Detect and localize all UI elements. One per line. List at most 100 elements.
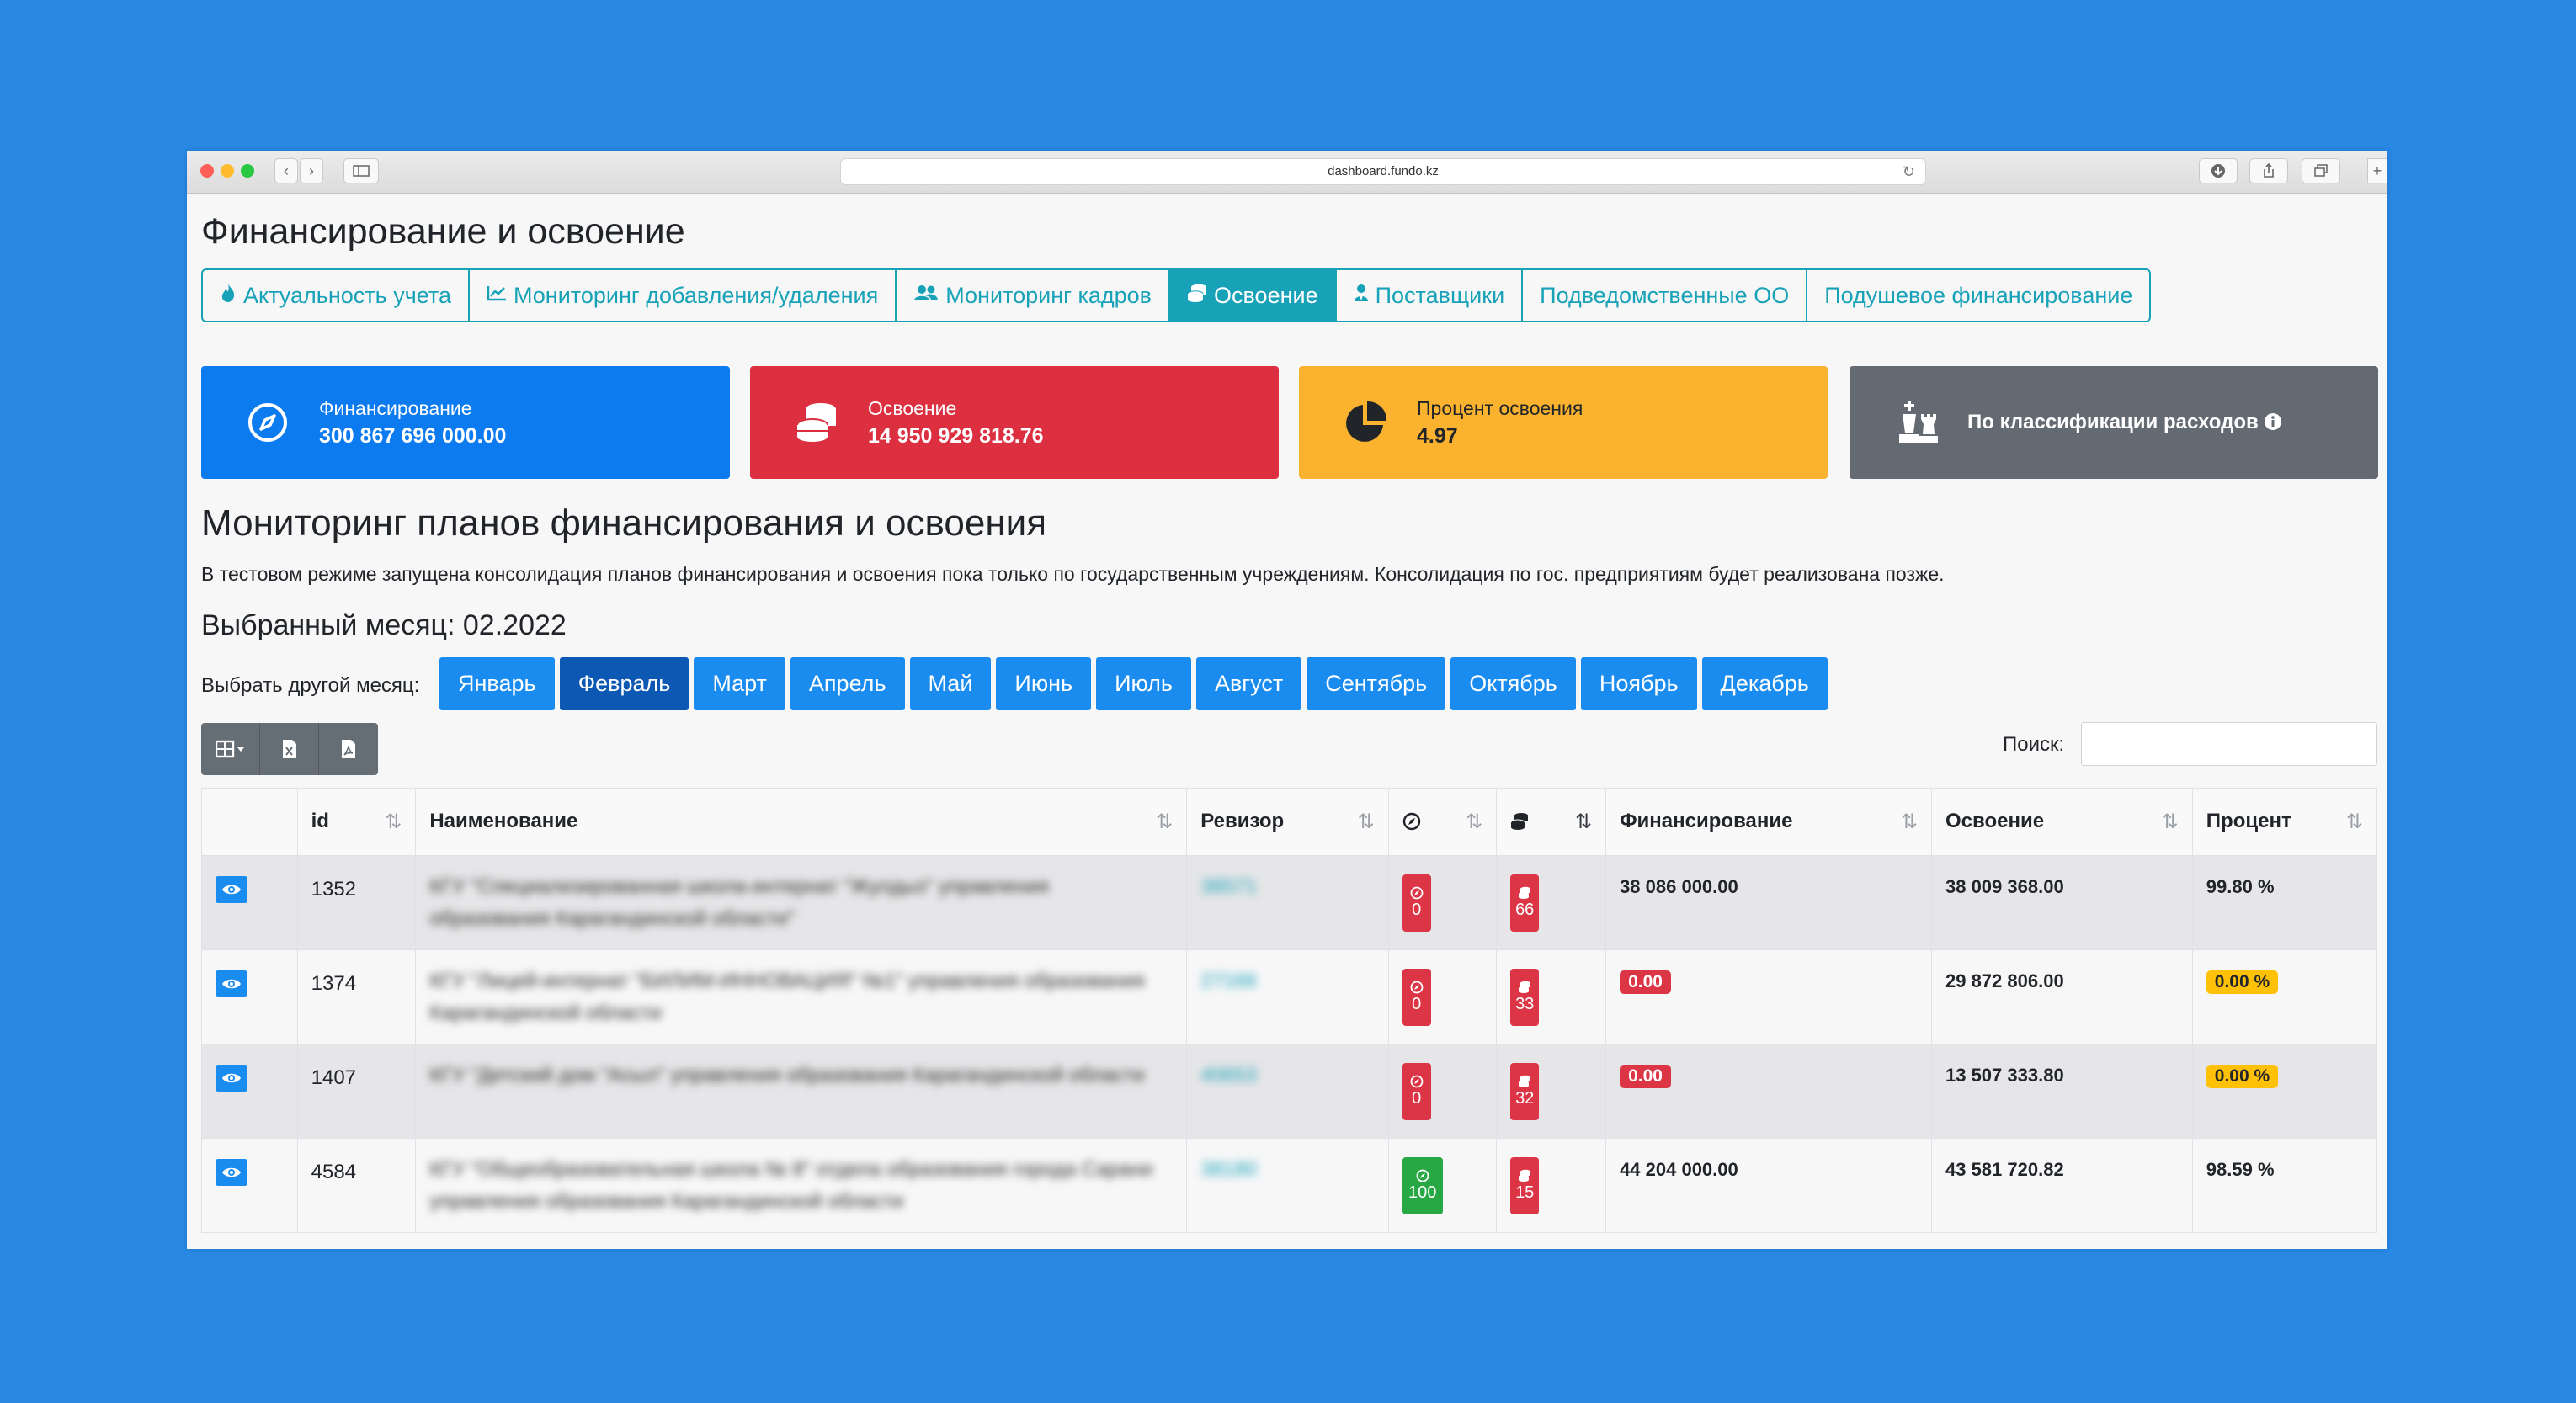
info-icon[interactable] [2264, 411, 2282, 433]
id-cell: 4584 [296, 1138, 417, 1233]
download-icon [2211, 164, 2225, 178]
header-usage[interactable]: Освоение ⇅ [1930, 788, 2193, 856]
tab-monitoring-add-delete[interactable]: Мониторинг добавления/удаления [470, 270, 897, 321]
percent-cell: 99.80 % [2191, 855, 2378, 950]
header-coins[interactable]: ⇅ [1496, 788, 1607, 856]
usage-status-badge[interactable]: 15 [1510, 1157, 1540, 1214]
financing-cell: 38 086 000.00 [1605, 855, 1932, 950]
tab-suppliers[interactable]: Поставщики [1337, 270, 1524, 321]
institution-name: КГУ "Детский дом "Асыл" управления образ… [429, 1064, 1145, 1087]
badge-count: 100 [1408, 1183, 1437, 1202]
sort-desc-icon[interactable]: ⇅ [1575, 810, 1592, 834]
new-tab-button[interactable]: + [2367, 158, 2387, 183]
export-pdf-button[interactable] [319, 723, 378, 775]
sort-icon[interactable]: ⇅ [1901, 810, 1918, 834]
downloads-button[interactable] [2199, 158, 2238, 183]
columns-toggle-button[interactable] [201, 723, 260, 775]
month-button[interactable]: Сентябрь [1307, 657, 1446, 710]
financing-cell: 0.00 [1605, 1044, 1932, 1139]
view-button[interactable] [216, 876, 247, 903]
table-row: 1374 КГУ "Лицей-интернат "БИЛИМ-ИННОВАЦИ… [201, 949, 2378, 1044]
month-button[interactable]: Апрель [790, 657, 905, 710]
compass-cell: 0 [1387, 1044, 1498, 1139]
stat-label: По классификации расходов [1967, 411, 2259, 433]
institution-name: КГУ "Общеобразовательная школа № 8" отде… [429, 1158, 1153, 1213]
table-toolbar [201, 723, 378, 775]
sort-icon[interactable]: ⇅ [1156, 810, 1173, 834]
view-button[interactable] [216, 1065, 247, 1092]
stat-label: Финансирование [319, 397, 472, 419]
badge-count: 0 [1412, 995, 1422, 1013]
sort-icon[interactable]: ⇅ [1466, 810, 1482, 834]
selected-month: Выбранный месяц: 02.2022 [201, 609, 567, 641]
sort-icon[interactable]: ⇅ [1358, 810, 1375, 834]
section-title: Мониторинг планов финансирования и освое… [201, 502, 1047, 544]
share-button[interactable] [2249, 158, 2288, 183]
financing-status-badge[interactable]: 100 [1402, 1157, 1443, 1214]
usage-percent-card[interactable]: Процент освоения 4.97 [1299, 366, 1828, 479]
month-button[interactable]: Ноябрь [1580, 657, 1697, 710]
close-window-button[interactable] [200, 164, 214, 178]
header-name[interactable]: Наименование ⇅ [415, 788, 1188, 856]
header-percent[interactable]: Процент ⇅ [2191, 788, 2378, 856]
month-button[interactable]: Август [1195, 657, 1302, 710]
revisor-link[interactable]: 27166 [1200, 950, 1374, 997]
view-button[interactable] [216, 1159, 247, 1186]
coins-icon [1510, 813, 1529, 830]
minimize-window-button[interactable] [221, 164, 234, 178]
tab-actuality[interactable]: Актуальность учета [203, 270, 470, 321]
revisor-link[interactable]: 38180 [1200, 1139, 1374, 1186]
financing-status-badge[interactable]: 0 [1402, 969, 1431, 1026]
compass-cell: 0 [1387, 855, 1498, 950]
tabs-overview-button[interactable] [2302, 158, 2340, 183]
usage-card[interactable]: Освоение 14 950 929 818.76 [750, 366, 1279, 479]
header-revisor[interactable]: Ревизор ⇅ [1186, 788, 1389, 856]
export-excel-button[interactable] [260, 723, 319, 775]
tab-per-capita-financing[interactable]: Подушевое финансирование [1807, 270, 2149, 321]
search-input[interactable] [2081, 722, 2377, 766]
maximize-window-button[interactable] [241, 164, 254, 178]
usage-status-badge[interactable]: 66 [1510, 874, 1540, 932]
tab-monitoring-staff[interactable]: Мониторинг кадров [897, 270, 1171, 321]
header-id[interactable]: id ⇅ [296, 788, 417, 856]
tabs-icon [2314, 164, 2328, 177]
financing-card[interactable]: Финансирование 300 867 696 000.00 [201, 366, 730, 479]
revisor-link[interactable]: 40653 [1200, 1044, 1374, 1092]
reload-icon[interactable]: ↻ [1903, 159, 1915, 184]
month-button[interactable]: Июнь [996, 657, 1092, 710]
percent-value: 99.80 % [2206, 876, 2275, 897]
actions-cell [201, 1138, 298, 1233]
forward-button[interactable]: › [300, 158, 323, 183]
back-button[interactable]: ‹ [274, 158, 298, 183]
month-button[interactable]: Май [909, 657, 992, 710]
month-button[interactable]: Март [694, 657, 785, 710]
usage-status-badge[interactable]: 33 [1510, 969, 1540, 1026]
month-button[interactable]: Январь [439, 657, 555, 710]
stat-value: 300 867 696 000.00 [319, 424, 507, 448]
header-compass[interactable]: ⇅ [1387, 788, 1498, 856]
row-id: 1374 [311, 972, 357, 995]
financing-status-badge[interactable]: 0 [1402, 874, 1431, 932]
expense-classification-card[interactable]: По классификации расходов [1850, 366, 2378, 479]
sort-icon[interactable]: ⇅ [2346, 810, 2363, 834]
month-button[interactable]: Октябрь [1450, 657, 1576, 710]
sort-icon[interactable]: ⇅ [385, 810, 402, 834]
sort-icon[interactable]: ⇅ [2162, 810, 2179, 834]
address-bar[interactable]: dashboard.fundo.kz ↻ [840, 158, 1926, 185]
month-button[interactable]: Февраль [559, 657, 689, 710]
tab-usage[interactable]: Освоение [1170, 270, 1337, 321]
revisor-link[interactable]: 38571 [1200, 856, 1374, 903]
fire-icon [220, 283, 237, 309]
usage-status-badge[interactable]: 32 [1510, 1063, 1540, 1120]
header-financing[interactable]: Финансирование ⇅ [1605, 788, 1932, 856]
month-button[interactable]: Декабрь [1701, 657, 1828, 710]
financing-value: 44 204 000.00 [1620, 1159, 1738, 1180]
financing-badge: 0.00 [1620, 970, 1671, 994]
sidebar-toggle-button[interactable] [343, 158, 379, 183]
tab-subordinate-orgs[interactable]: Подведомственные ОО [1523, 270, 1808, 321]
month-button[interactable]: Июль [1096, 657, 1191, 710]
financing-status-badge[interactable]: 0 [1402, 1063, 1431, 1120]
chevron-right-icon: › [309, 162, 314, 179]
view-button[interactable] [216, 970, 247, 997]
header-label: Наименование [429, 810, 578, 832]
